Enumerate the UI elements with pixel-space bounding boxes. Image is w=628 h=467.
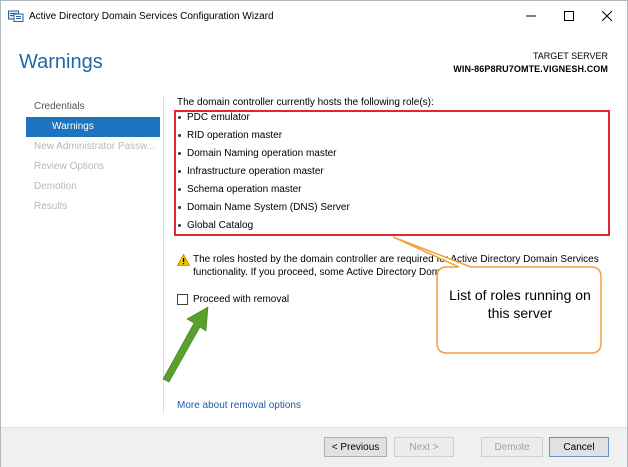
title-bar: Active Directory Domain Services Configu…	[1, 1, 627, 31]
proceed-with-removal-row[interactable]: Proceed with removal	[177, 294, 289, 305]
removal-options-link[interactable]: More about removal options	[177, 400, 301, 411]
server-wizard-icon	[8, 10, 24, 22]
roles-intro-text: The domain controller currently hosts th…	[177, 97, 434, 108]
next-button[interactable]: Next >	[394, 437, 454, 457]
roles-highlight-box	[174, 110, 610, 236]
callout-text: List of roles running on this server	[449, 287, 591, 321]
nav-item-demotion: Demotion	[34, 181, 77, 192]
nav-item-review-options: Review Options	[34, 161, 105, 172]
proceed-checkbox[interactable]	[177, 294, 188, 305]
window-title: Active Directory Domain Services Configu…	[29, 11, 274, 22]
warning-icon	[177, 254, 190, 266]
previous-button[interactable]: < Previous	[324, 437, 387, 457]
demote-button[interactable]: Demote	[481, 437, 543, 457]
green-arrow-icon	[162, 306, 209, 383]
maximize-icon	[564, 11, 574, 21]
wizard-steps-nav: Credentials Warnings New Administrator P…	[26, 97, 160, 217]
nav-divider	[163, 97, 164, 413]
close-button[interactable]	[589, 5, 625, 27]
nav-item-credentials[interactable]: Credentials	[26, 97, 160, 117]
cancel-button[interactable]: Cancel	[549, 437, 609, 457]
target-server-label: TARGET SERVER	[532, 51, 608, 61]
nav-item-results: Results	[34, 201, 68, 212]
proceed-checkbox-label[interactable]: Proceed with removal	[193, 294, 289, 305]
nav-item-warnings[interactable]: Warnings	[26, 117, 160, 137]
target-server-name: WIN-86P8RU7OMTE.VIGNESH.COM	[453, 64, 608, 74]
wizard-window: Active Directory Domain Services Configu…	[0, 0, 628, 467]
page-title: Warnings	[19, 51, 103, 73]
nav-item-new-admin-password: New Administrator Passw...	[34, 141, 156, 152]
minimize-icon	[526, 15, 536, 17]
warning-message: The roles hosted by the domain controlle…	[193, 254, 599, 278]
maximize-button[interactable]	[551, 5, 587, 27]
minimize-button[interactable]	[513, 5, 549, 27]
close-icon	[602, 11, 612, 21]
